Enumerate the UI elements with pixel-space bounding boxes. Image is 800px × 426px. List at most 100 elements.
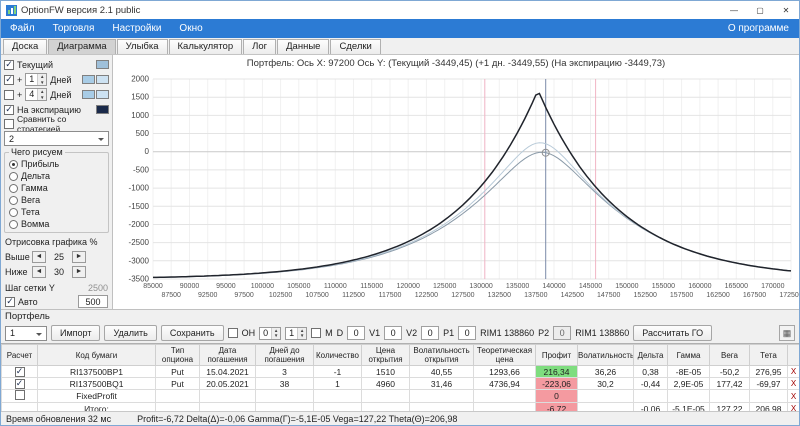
radio-dot-vega[interactable]	[9, 196, 18, 205]
row-calc-checkbox[interactable]	[15, 390, 25, 400]
save-button[interactable]: Сохранить	[161, 325, 224, 341]
layer-checkbox-plus1[interactable]	[4, 75, 14, 85]
column-header-7[interactable]: Волатильность открытия	[410, 345, 474, 366]
column-header-13[interactable]: Вега	[710, 345, 750, 366]
column-header-5[interactable]: Количество	[314, 345, 362, 366]
field-v1[interactable]: 0	[384, 326, 402, 340]
grid-settings-icon[interactable]: ▦	[779, 325, 795, 341]
calc-cell[interactable]	[2, 390, 38, 403]
radio-option-delta[interactable]: Дельта	[9, 170, 104, 182]
spinner-arrows-icon[interactable]: ▲▼	[271, 328, 280, 339]
field-v2[interactable]: 0	[421, 326, 439, 340]
delete-row-button[interactable]: X	[788, 366, 800, 378]
menu-item-settings[interactable]: Настройки	[103, 19, 170, 38]
tab-calculator[interactable]: Калькулятор	[169, 39, 243, 54]
step-right-icon[interactable]: ►	[72, 266, 86, 278]
color-swatch[interactable]	[96, 90, 109, 99]
color-swatch[interactable]	[96, 60, 109, 69]
m-checkbox[interactable]	[311, 328, 321, 338]
column-header-4[interactable]: Дней до погашения	[256, 345, 314, 366]
field-p1[interactable]: 0	[458, 326, 476, 340]
column-header-6[interactable]: Цена открытия	[362, 345, 410, 366]
field-p2[interactable]: 0	[553, 326, 571, 340]
radio-option-theta[interactable]: Тета	[9, 206, 104, 218]
tab-diagram[interactable]: Диаграмма	[48, 39, 115, 54]
spin-down-icon[interactable]: ▼	[272, 333, 280, 339]
import-button[interactable]: Импорт	[51, 325, 100, 341]
color-swatch[interactable]	[82, 75, 95, 84]
profit-chart[interactable]: 8500087500900009250095000975001000001025…	[113, 71, 799, 309]
row-calc-checkbox[interactable]	[15, 367, 25, 377]
strategy-select[interactable]: 2	[4, 131, 109, 146]
radio-dot-theta[interactable]	[9, 208, 18, 217]
cell	[474, 403, 536, 411]
calc-cell[interactable]	[2, 378, 38, 390]
tab-smile[interactable]: Улыбка	[117, 39, 168, 54]
oh-spinner-1[interactable]: 1▲▼	[285, 327, 307, 340]
delete-row-button[interactable]: X	[788, 403, 800, 411]
calc-go-button[interactable]: Рассчитать ГО	[633, 325, 712, 341]
tab-deals[interactable]: Сделки	[330, 39, 380, 54]
close-icon[interactable]: ✕	[773, 1, 799, 19]
spin-down-icon[interactable]: ▼	[298, 333, 306, 339]
radio-option-vomma[interactable]: Вомма	[9, 218, 104, 230]
maximize-icon[interactable]: ▢	[747, 1, 773, 19]
radio-option-profit[interactable]: Прибыль	[9, 158, 104, 170]
column-header-1[interactable]: Код бумаги	[38, 345, 156, 366]
column-header-11[interactable]: Дельта	[634, 345, 668, 366]
layer-checkbox-current[interactable]	[4, 60, 14, 70]
radio-dot-delta[interactable]	[9, 172, 18, 181]
spin-down-icon[interactable]: ▼	[38, 95, 46, 101]
calc-cell[interactable]	[2, 403, 38, 411]
positions-table-wrap: РасчетКод бумагиТип опционаДата погашени…	[1, 343, 799, 411]
menu-item-about[interactable]: О программе	[718, 23, 799, 34]
compare-strategy-checkbox[interactable]	[4, 119, 14, 129]
radio-option-gamma[interactable]: Гамма	[9, 182, 104, 194]
column-header-2[interactable]: Тип опциона	[156, 345, 200, 366]
step-left-icon[interactable]: ◄	[32, 251, 46, 263]
column-header-9[interactable]: Профит	[536, 345, 578, 366]
column-header-0[interactable]: Расчет	[2, 345, 38, 366]
delete-row-button[interactable]: X	[788, 390, 800, 403]
color-swatch[interactable]	[96, 75, 109, 84]
spinner-arrows-icon[interactable]: ▲▼	[37, 89, 46, 100]
calc-cell[interactable]	[2, 366, 38, 378]
spinner-arrows-icon[interactable]: ▲▼	[37, 74, 46, 85]
column-header-3[interactable]: Дата погашения	[200, 345, 256, 366]
radio-option-vega[interactable]: Вега	[9, 194, 104, 206]
menu-item-trade[interactable]: Торговля	[44, 19, 104, 38]
layer-checkbox-plus4[interactable]	[4, 90, 14, 100]
menu-item-file[interactable]: Файл	[1, 19, 44, 38]
menu-item-window[interactable]: Окно	[170, 19, 211, 38]
radio-dot-gamma[interactable]	[9, 184, 18, 193]
radio-dot-vomma[interactable]	[9, 220, 18, 229]
spinner-arrows-icon[interactable]: ▲▼	[297, 328, 306, 339]
portfolio-select[interactable]: 1	[5, 326, 47, 341]
delete-row-button[interactable]: X	[788, 378, 800, 390]
auto-grid-value[interactable]: 500	[78, 295, 108, 308]
delete-button[interactable]: Удалить	[104, 325, 156, 341]
column-header-14[interactable]: Тета	[750, 345, 788, 366]
minimize-icon[interactable]: —	[721, 1, 747, 19]
oh-spinner-0[interactable]: 0▲▼	[259, 327, 281, 340]
auto-grid-checkbox[interactable]	[5, 297, 15, 307]
tab-data[interactable]: Данные	[277, 39, 329, 54]
column-header-15[interactable]	[788, 345, 800, 366]
step-right-icon[interactable]: ►	[72, 251, 86, 263]
field-d[interactable]: 0	[347, 326, 365, 340]
column-header-12[interactable]: Гамма	[668, 345, 710, 366]
oh-checkbox[interactable]	[228, 328, 238, 338]
days-spinner-plus1[interactable]: 1▲▼	[25, 73, 47, 86]
cell: 1510	[362, 366, 410, 378]
step-left-icon[interactable]: ◄	[32, 266, 46, 278]
tab-log[interactable]: Лог	[243, 39, 276, 54]
row-calc-checkbox[interactable]	[15, 379, 25, 389]
tab-board[interactable]: Доска	[3, 39, 47, 54]
spin-down-icon[interactable]: ▼	[38, 80, 46, 86]
column-header-10[interactable]: Волатильность	[578, 345, 634, 366]
color-swatch[interactable]	[82, 90, 95, 99]
radio-dot-profit[interactable]	[9, 160, 18, 169]
layer-checkbox-expiration[interactable]	[4, 105, 14, 115]
column-header-8[interactable]: Теоретическая цена	[474, 345, 536, 366]
days-spinner-plus4[interactable]: 4▲▼	[25, 88, 47, 101]
